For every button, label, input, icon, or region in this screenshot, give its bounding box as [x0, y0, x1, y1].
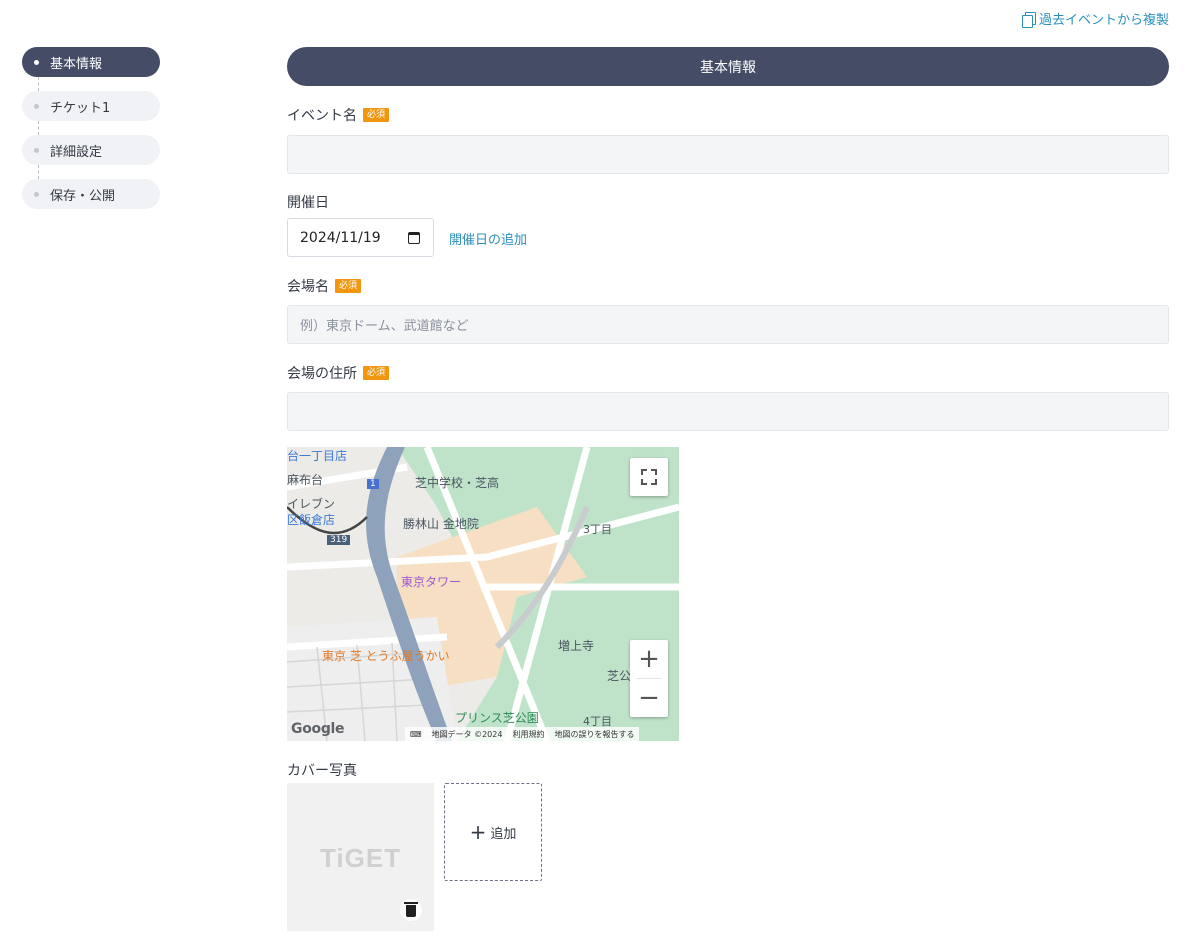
map-label: 芝公	[607, 669, 632, 683]
step-label: チケット1	[50, 100, 111, 116]
copy-from-past-event-link[interactable]: 過去イベントから複製	[1021, 9, 1169, 28]
fullscreen-icon	[651, 479, 657, 485]
section-title: 基本情報	[700, 59, 756, 76]
fullscreen-icon	[641, 469, 647, 475]
venue-label-text: 会場名	[287, 279, 329, 295]
step-label: 保存・公開	[50, 188, 116, 204]
map-label: 319	[327, 535, 351, 545]
step-dot	[34, 147, 39, 153]
address-label-text: 会場の住所	[287, 366, 357, 382]
venue-placeholder: 例）東京ドーム、武道館など	[300, 319, 469, 334]
step-detail-settings[interactable]: 詳細設定	[22, 135, 160, 179]
step-basic-info[interactable]: 基本情報	[22, 47, 160, 91]
keyboard-icon[interactable]: ⌨	[410, 730, 422, 739]
add-photo-button[interactable]: + 追加	[444, 783, 542, 881]
zoom-out-button[interactable]: −	[630, 679, 668, 717]
terms-link[interactable]: 利用規約	[512, 729, 544, 740]
map-label: 台一丁目店	[287, 449, 348, 463]
step-navigation: 基本情報 チケット1 詳細設定 保存・公開	[22, 47, 160, 223]
section-header: 基本情報	[287, 47, 1169, 86]
step-label: 基本情報	[50, 56, 103, 72]
map-label: 3丁目	[583, 523, 612, 536]
fullscreen-button[interactable]	[630, 458, 668, 496]
date-label-text: 開催日	[287, 195, 329, 211]
required-badge: 必須	[335, 279, 362, 293]
step-dot	[34, 59, 39, 65]
step-connector	[38, 165, 39, 179]
step-save-publish[interactable]: 保存・公開	[22, 179, 160, 209]
date-input[interactable]: 2024/11/19	[287, 218, 434, 257]
map-data-credit: 地図データ ©2024	[431, 729, 503, 739]
fullscreen-icon	[651, 469, 657, 475]
date-value: 2024/11/19	[300, 229, 381, 246]
map-label: 芝中学校・芝高	[415, 476, 500, 490]
fullscreen-icon	[641, 479, 647, 485]
map-label: 東京タワー	[401, 575, 462, 589]
trash-icon	[404, 902, 418, 917]
map-label: 麻布台	[287, 473, 324, 487]
calendar-icon[interactable]	[408, 232, 420, 244]
step-ticket-1[interactable]: チケット1	[22, 91, 160, 135]
address-input[interactable]	[287, 392, 1169, 431]
google-logo: Google	[291, 721, 345, 737]
add-photo-label: 追加	[490, 826, 517, 842]
event-name-input[interactable]	[287, 135, 1169, 174]
step-dot	[34, 191, 39, 197]
map-label: プリンス芝公園	[455, 711, 539, 725]
step-label: 詳細設定	[50, 144, 103, 160]
tiget-logo: TiGET	[320, 843, 402, 873]
step-dot	[34, 103, 39, 109]
zoom-controls: + −	[630, 640, 668, 717]
copy-link-label: 過去イベントから複製	[1038, 13, 1169, 28]
venue-input[interactable]: 例）東京ドーム、武道館など	[287, 305, 1169, 344]
address-label: 会場の住所 必須	[287, 363, 390, 383]
map-label: 区飯倉店	[287, 513, 336, 527]
venue-label: 会場名 必須	[287, 276, 362, 296]
map-label: 勝林山 金地院	[403, 517, 479, 531]
required-badge: 必須	[363, 366, 390, 380]
add-date-link[interactable]: 開催日の追加	[449, 229, 527, 248]
map-label: 1	[367, 479, 379, 489]
step-connector	[38, 77, 39, 91]
copy-icon	[1021, 11, 1036, 28]
cover-photo-label: カバー写真	[287, 763, 357, 779]
map-label: 増上寺	[558, 639, 595, 653]
map-footer: ⌨ 地図データ ©2024 利用規約 地図の誤りを報告する	[405, 727, 640, 741]
map-label: 東京 芝 とうふ屋うかい	[322, 649, 450, 663]
zoom-in-button[interactable]: +	[630, 640, 668, 678]
main-form: 基本情報 イベント名 必須 開催日 2024/11/19 開催日の追加 会場名 …	[287, 47, 1169, 931]
delete-photo-button[interactable]	[400, 899, 422, 921]
required-badge: 必須	[363, 108, 390, 122]
plus-icon: +	[469, 820, 487, 844]
step-connector	[38, 121, 39, 135]
event-name-label: イベント名 必須	[287, 105, 390, 125]
map-label: イレブン	[287, 497, 336, 511]
cover-photo-thumbnail: TiGET	[287, 783, 434, 931]
event-name-label-text: イベント名	[287, 108, 357, 124]
date-label: 開催日	[287, 192, 329, 212]
venue-map[interactable]: 台一丁目店 麻布台 芝中学校・芝高 イレブン 区飯倉店 勝林山 金地院 3丁目 …	[287, 447, 679, 741]
report-error-link[interactable]: 地図の誤りを報告する	[554, 729, 634, 740]
